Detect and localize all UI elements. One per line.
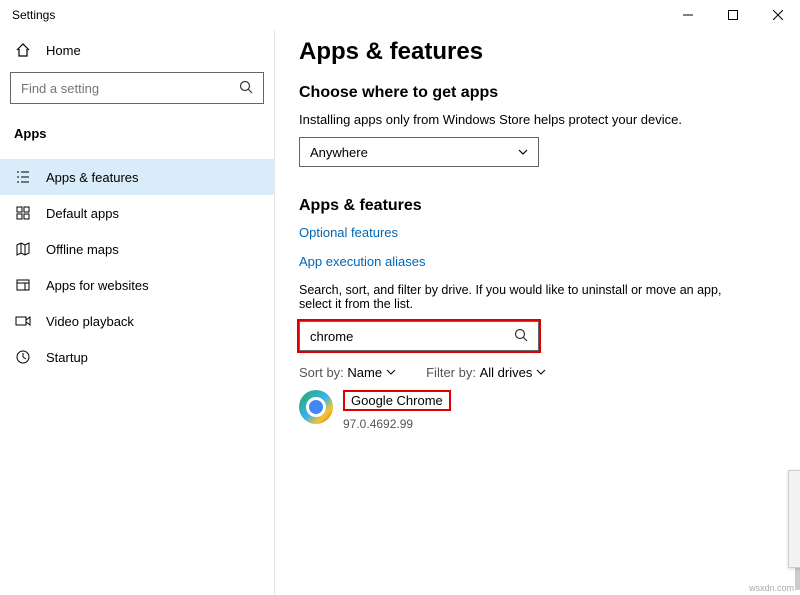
sidebar-item-label: Apps for websites — [46, 278, 149, 293]
subheading-source: Choose where to get apps — [299, 84, 776, 102]
app-source-select[interactable]: Anywhere — [299, 137, 539, 167]
video-icon — [14, 313, 32, 329]
search-icon — [239, 80, 253, 97]
filter-label: Filter by: — [426, 365, 476, 380]
sort-filter-row: Sort by: Name Filter by: All drives — [299, 365, 776, 380]
sidebar-section-label: Apps — [0, 118, 274, 149]
home-label: Home — [46, 43, 81, 58]
chrome-icon — [299, 390, 333, 424]
content-pane: Apps & features Choose where to get apps… — [275, 30, 800, 595]
app-list-item[interactable]: Google Chrome 97.0.4692.99 — [299, 390, 739, 431]
chevron-down-icon — [386, 365, 396, 380]
sidebar: Home Apps Apps & features Default apps O… — [0, 30, 275, 595]
chevron-down-icon — [536, 365, 546, 380]
websites-icon — [14, 277, 32, 293]
store-hint: Installing apps only from Windows Store … — [299, 112, 776, 127]
page-heading: Apps & features — [299, 38, 776, 66]
sort-dropdown[interactable]: Name — [347, 365, 396, 380]
sidebar-nav-list: Apps & features Default apps Offline map… — [0, 159, 274, 375]
sidebar-item-apps-features[interactable]: Apps & features — [0, 159, 274, 195]
sidebar-search-input[interactable] — [21, 81, 239, 96]
sidebar-item-startup[interactable]: Startup — [0, 339, 274, 375]
window-title: Settings — [12, 8, 55, 22]
sidebar-item-label: Offline maps — [46, 242, 119, 257]
sort-label: Sort by: — [299, 365, 344, 380]
filter-dropdown[interactable]: All drives — [480, 365, 547, 380]
app-search-input[interactable] — [310, 329, 514, 344]
search-icon — [514, 328, 528, 345]
home-icon — [14, 42, 32, 58]
uninstall-confirm-popup: This app and its related info will be un… — [788, 470, 800, 568]
sidebar-search[interactable] — [10, 72, 264, 104]
sidebar-item-label: Apps & features — [46, 170, 139, 185]
app-version: 97.0.4692.99 — [343, 417, 451, 431]
link-app-execution-aliases[interactable]: App execution aliases — [299, 254, 776, 269]
sidebar-item-video-playback[interactable]: Video playback — [0, 303, 274, 339]
sidebar-item-label: Video playback — [46, 314, 134, 329]
chevron-down-icon — [518, 145, 528, 160]
app-search[interactable] — [299, 321, 539, 351]
minimize-button[interactable] — [665, 0, 710, 30]
startup-icon — [14, 349, 32, 365]
sidebar-item-label: Default apps — [46, 206, 119, 221]
sidebar-item-label: Startup — [46, 350, 88, 365]
home-nav[interactable]: Home — [0, 34, 274, 66]
maximize-button[interactable] — [710, 0, 755, 30]
apps-list-icon — [14, 169, 32, 185]
app-source-value: Anywhere — [310, 145, 368, 160]
section2-heading: Apps & features — [299, 197, 776, 215]
default-apps-icon — [14, 205, 32, 221]
filter-description: Search, sort, and filter by drive. If yo… — [299, 283, 739, 311]
sidebar-item-offline-maps[interactable]: Offline maps — [0, 231, 274, 267]
link-optional-features[interactable]: Optional features — [299, 225, 776, 240]
close-button[interactable] — [755, 0, 800, 30]
app-name: Google Chrome — [343, 390, 451, 411]
watermark-text: wsxdn.com — [749, 583, 794, 593]
sidebar-item-default-apps[interactable]: Default apps — [0, 195, 274, 231]
sidebar-item-apps-for-websites[interactable]: Apps for websites — [0, 267, 274, 303]
titlebar: Settings — [0, 0, 800, 30]
map-icon — [14, 241, 32, 257]
